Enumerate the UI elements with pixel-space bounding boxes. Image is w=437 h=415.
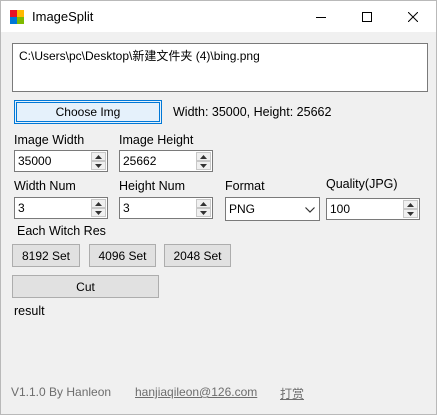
arrow-down-icon [200, 210, 207, 215]
arrow-up-icon [407, 202, 414, 207]
arrow-down-icon [407, 211, 414, 216]
chevron-down-icon [305, 207, 315, 213]
width-num-input[interactable]: 3 [14, 197, 108, 219]
image-width-label: Image Width [14, 133, 85, 147]
image-width-down-button[interactable] [91, 161, 106, 170]
set-8192-label: 8192 Set [21, 248, 71, 263]
title-bar[interactable]: ImageSplit [1, 1, 436, 32]
close-icon [408, 11, 418, 22]
width-num-down-button[interactable] [91, 208, 106, 217]
arrow-up-icon [200, 154, 207, 159]
arrow-up-icon [95, 201, 102, 206]
image-height-value: 25662 [123, 154, 157, 168]
quality-value: 100 [330, 202, 351, 216]
quality-up-button[interactable] [403, 200, 418, 209]
set-8192-button[interactable]: 8192 Set [12, 244, 80, 267]
set-2048-button[interactable]: 2048 Set [164, 244, 231, 267]
arrow-down-icon [95, 210, 102, 215]
cut-button[interactable]: Cut [12, 275, 159, 298]
cut-label: Cut [76, 279, 95, 294]
arrow-up-icon [95, 154, 102, 159]
window-title: ImageSplit [32, 9, 94, 24]
app-icon [10, 10, 24, 24]
maximize-icon [362, 11, 372, 22]
minimize-button[interactable] [298, 1, 344, 32]
close-button[interactable] [390, 1, 436, 32]
arrow-up-icon [200, 201, 207, 206]
format-label: Format [225, 179, 265, 193]
image-width-value: 35000 [18, 154, 52, 168]
version-text: V1.1.0 By Hanleon [11, 385, 112, 399]
image-height-up-button[interactable] [196, 152, 211, 161]
quality-down-button[interactable] [403, 209, 418, 218]
image-width-up-button[interactable] [91, 152, 106, 161]
width-num-value: 3 [18, 201, 25, 215]
format-select[interactable]: PNG [225, 197, 320, 221]
height-num-label: Height Num [119, 179, 185, 193]
arrow-down-icon [95, 163, 102, 168]
email-link[interactable]: hanjiaqileon@126.com [135, 385, 257, 399]
image-size-info: Width: 35000, Height: 25662 [173, 105, 332, 119]
quality-label: Quality(JPG) [326, 177, 398, 191]
set-4096-label: 4096 Set [98, 248, 147, 263]
arrow-down-icon [200, 163, 207, 168]
choose-img-label: Choose Img [55, 105, 121, 119]
maximize-button[interactable] [344, 1, 390, 32]
format-selected-value: PNG [229, 202, 256, 216]
app-window: ImageSplit C:\Users\pc\Desktop\新建文件夹 (4)… [0, 0, 437, 415]
result-text: result [14, 304, 45, 318]
height-num-down-button[interactable] [196, 208, 211, 217]
donate-link[interactable]: 打赏 [280, 385, 304, 402]
width-num-label: Width Num [14, 179, 76, 193]
height-num-value: 3 [123, 201, 130, 215]
height-num-input[interactable]: 3 [119, 197, 213, 219]
choose-img-button[interactable]: Choose Img [14, 100, 162, 124]
quality-input[interactable]: 100 [326, 198, 420, 220]
height-num-up-button[interactable] [196, 199, 211, 208]
width-num-up-button[interactable] [91, 199, 106, 208]
set-4096-button[interactable]: 4096 Set [89, 244, 156, 267]
image-height-input[interactable]: 25662 [119, 150, 213, 172]
path-textbox[interactable]: C:\Users\pc\Desktop\新建文件夹 (4)\bing.png [12, 43, 428, 92]
image-width-input[interactable]: 35000 [14, 150, 108, 172]
minimize-icon [316, 16, 326, 18]
res-label: Each Witch Res [17, 224, 106, 238]
set-2048-label: 2048 Set [173, 248, 222, 263]
image-height-label: Image Height [119, 133, 194, 147]
image-height-down-button[interactable] [196, 161, 211, 170]
